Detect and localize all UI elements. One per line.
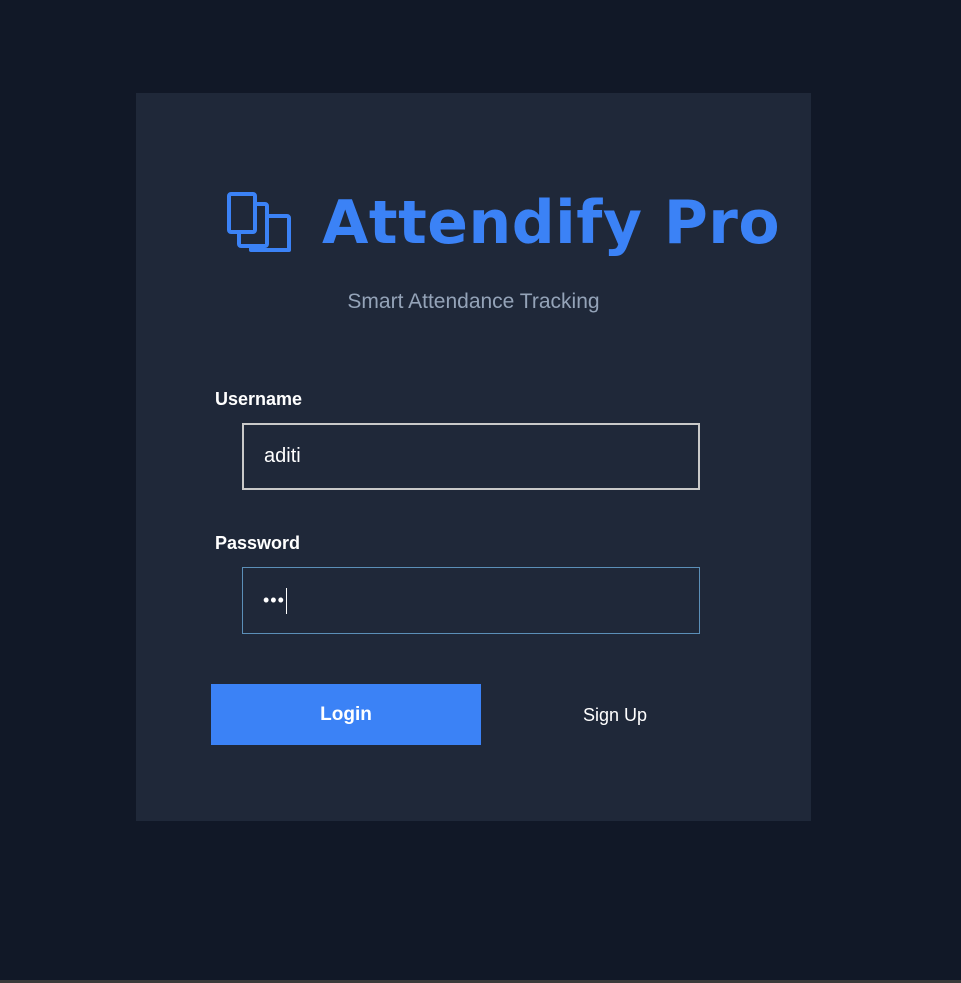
app-title: Attendify Pro bbox=[322, 188, 781, 258]
password-masked-value: ••• bbox=[263, 590, 285, 610]
app-subtitle: Smart Attendance Tracking bbox=[347, 290, 600, 313]
password-input[interactable]: ••• bbox=[242, 567, 700, 634]
login-button[interactable]: Login bbox=[211, 684, 481, 745]
books-icon bbox=[225, 190, 295, 256]
login-card: Attendify Pro Smart Attendance Tracking … bbox=[136, 93, 811, 821]
app-window: Attendify Pro Smart Attendance Tracking … bbox=[0, 0, 961, 983]
signup-link[interactable]: Sign Up bbox=[556, 703, 674, 727]
login-button-label: Login bbox=[320, 703, 372, 725]
brand-header: Attendify Pro bbox=[225, 188, 780, 258]
username-value: aditi bbox=[264, 445, 301, 467]
username-input[interactable]: aditi bbox=[242, 423, 700, 490]
password-label: Password bbox=[215, 533, 301, 553]
text-caret bbox=[285, 587, 287, 614]
username-label: Username bbox=[215, 389, 303, 409]
